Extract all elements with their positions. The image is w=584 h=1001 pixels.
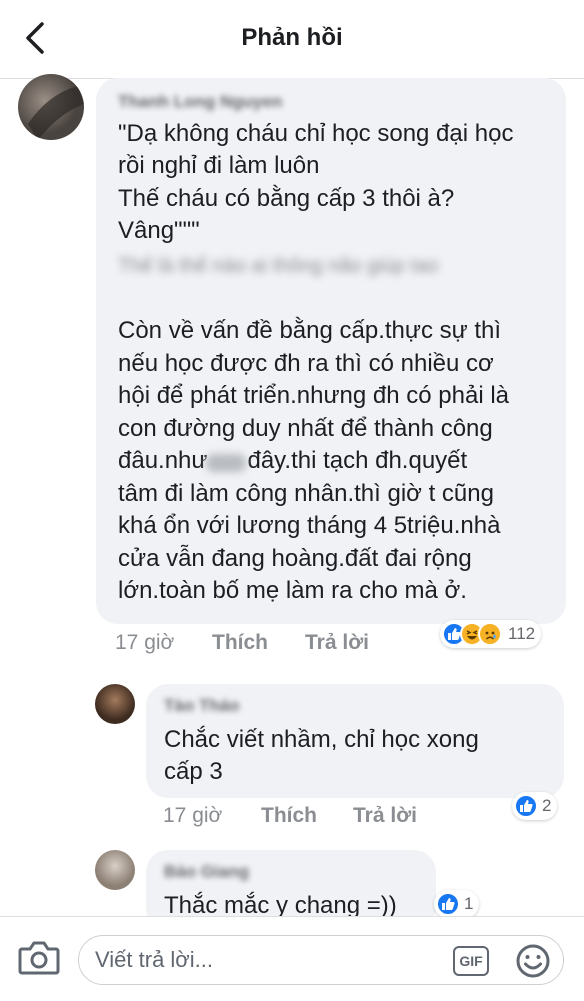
comment-line: rồi nghỉ đi làm luôn	[118, 152, 320, 179]
reply-meta: 17 giờ Thích Trả lời	[163, 804, 417, 828]
like-icon	[436, 892, 460, 916]
comment-paragraph-line: khá ổn với lương tháng 4 5triệu.nhà	[118, 512, 501, 539]
comment-line: "Dạ không cháu chỉ học song đại học	[118, 120, 514, 147]
composer-bar: Viết trả lời... GIF	[0, 916, 584, 1001]
comment-line: Vâng"""	[118, 217, 200, 244]
reply-input[interactable]: Viết trả lời... GIF	[78, 935, 564, 985]
comment-paragraph-line: hội để phát triển.nhưng đh có phải là	[118, 382, 510, 409]
like-icon	[514, 794, 538, 818]
comment-paragraph-line: nếu học được đh ra thì có nhiều cơ	[118, 350, 494, 377]
comment-bubble: Thanh Long Nguyen "Dạ không cháu chỉ học…	[96, 78, 566, 624]
reply-button[interactable]: Trả lời	[305, 631, 369, 655]
like-button[interactable]: Thích	[212, 631, 268, 655]
reply-time: 17 giờ	[163, 804, 223, 827]
reaction-count: 112	[508, 624, 536, 643]
avatar[interactable]	[95, 850, 135, 890]
reply-button[interactable]: Trả lời	[353, 804, 417, 828]
comment-time: 17 giờ	[115, 631, 175, 654]
top-bar: Phản hồi	[0, 0, 584, 79]
comment-paragraph-line: con đường duy nhất để thành công	[118, 415, 493, 442]
comment-meta: 17 giờ Thích Trả lời	[115, 631, 369, 655]
reaction-summary[interactable]: 2	[512, 792, 558, 820]
reaction-summary[interactable]: 1	[434, 890, 480, 918]
reply-line: cấp 3	[164, 758, 223, 785]
avatar[interactable]	[18, 74, 84, 140]
comment-paragraph-line: Còn về vấn đề bằng cấp.thực sự thì	[118, 317, 502, 344]
avatar-image	[95, 684, 135, 724]
emoji-icon[interactable]	[515, 943, 551, 979]
avatar-image	[18, 74, 84, 140]
reply-bubble: Tào Tháo Chắc viết nhầm, chỉ học xong cấ…	[146, 684, 564, 798]
gif-button[interactable]: GIF	[453, 946, 489, 976]
avatar-image	[95, 850, 135, 890]
avatar[interactable]	[95, 684, 135, 724]
reaction-count: 2	[542, 796, 552, 815]
comment-line: Thế cháu có bằng cấp 3 thôi à?	[118, 185, 455, 212]
name-redaction	[206, 454, 246, 472]
reply-line: Chắc viết nhầm, chỉ học xong	[164, 726, 479, 753]
reply-input-placeholder: Viết trả lời...	[95, 947, 213, 972]
reaction-count: 1	[464, 894, 474, 913]
comment-author[interactable]: Thanh Long Nguyen	[118, 92, 282, 112]
comment-paragraph-line: lớn.toàn bố mẹ làm ra cho mà ở.	[118, 577, 467, 604]
like-button[interactable]: Thích	[261, 804, 317, 828]
sad-icon	[478, 622, 502, 646]
comment-paragraph-line: tâm đi làm công nhân.thì giờ t cũng	[118, 480, 494, 507]
reply-author[interactable]: Tào Tháo	[164, 696, 240, 716]
reaction-summary[interactable]: 112	[440, 620, 542, 648]
reply-author[interactable]: Bảo Giang	[164, 862, 249, 882]
blurred-comment-line: Thế là thế nào ai thông não giúp tao	[118, 255, 439, 277]
comment-paragraph-line: cửa vẫn đang hoàng.đất đai rộng	[118, 545, 472, 572]
camera-icon[interactable]	[18, 939, 60, 977]
page-title: Phản hồi	[241, 24, 343, 51]
comment-paragraph-line: đâu.như đây.thi tạch đh.quyết	[118, 447, 468, 474]
